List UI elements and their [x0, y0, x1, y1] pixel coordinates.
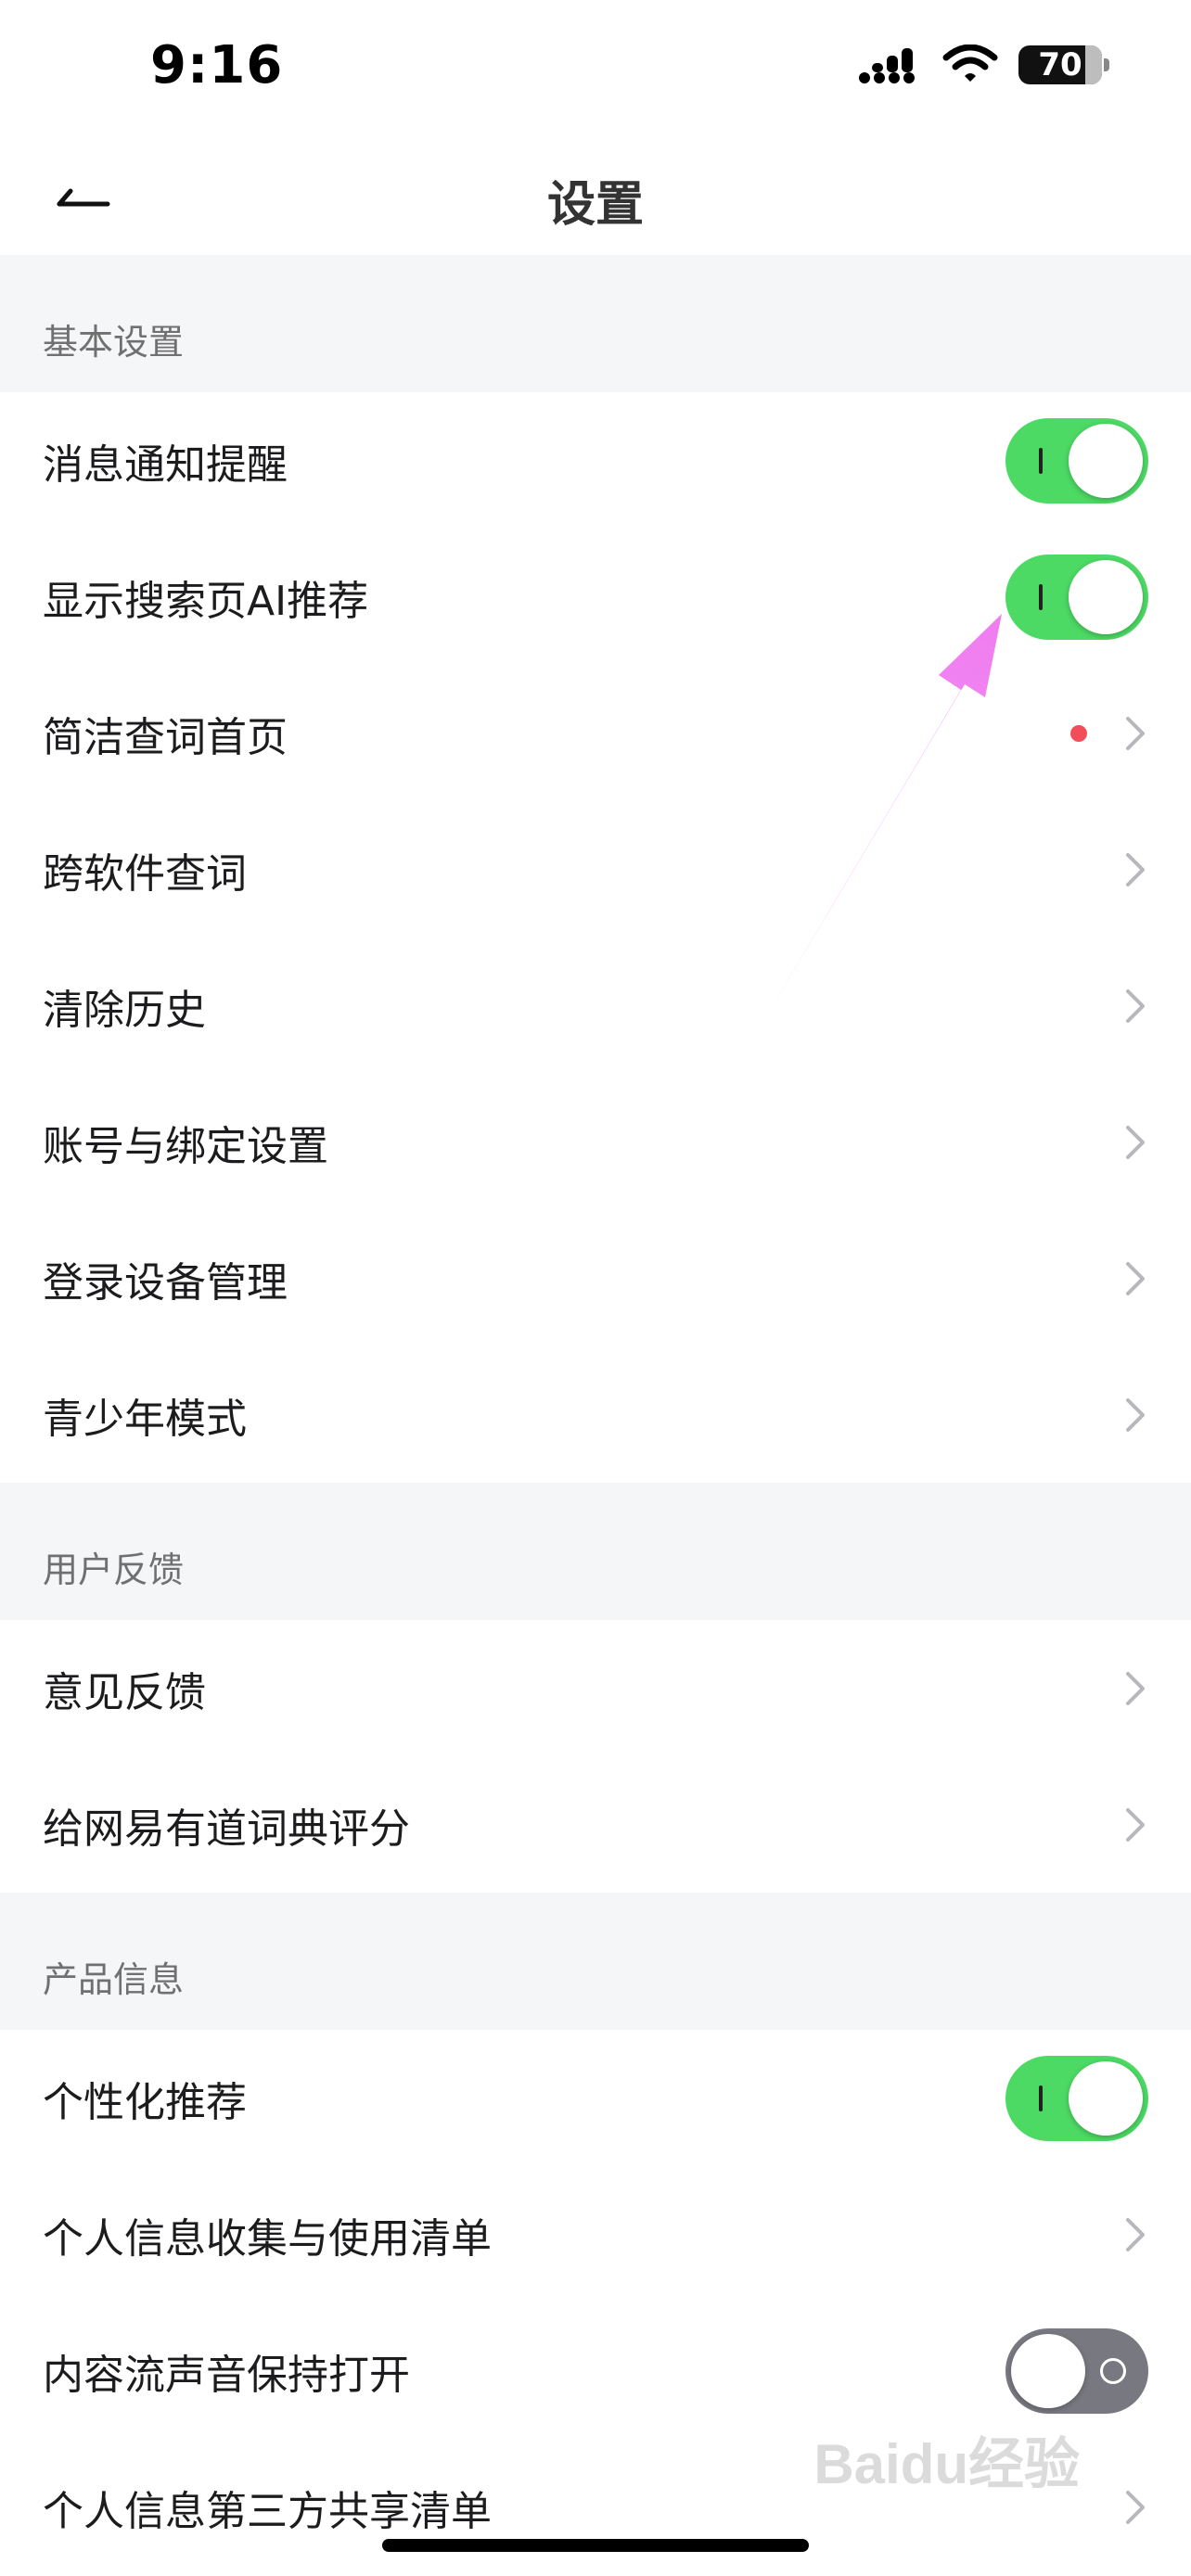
settings-row-label: 账号与绑定设置 [43, 1122, 328, 1170]
chevron-right-icon [1124, 715, 1148, 752]
cellular-signal-icon [859, 48, 915, 83]
row-accessory [1124, 2216, 1148, 2253]
settings-row[interactable]: 内容流声音保持打开 [0, 2302, 1191, 2439]
settings-row-label: 跨软件查词 [43, 849, 247, 898]
toggle-switch[interactable] [1005, 417, 1148, 504]
chevron-right-icon [1124, 1124, 1148, 1161]
row-accessory [1005, 417, 1148, 504]
row-accessory [1124, 1260, 1148, 1297]
chevron-right-icon [1124, 2489, 1148, 2526]
section-header: 产品信息 [0, 1893, 1191, 2030]
row-accessory [1005, 2327, 1148, 2414]
section-header: 用户反馈 [0, 1483, 1191, 1620]
chevron-right-icon [1124, 1670, 1148, 1707]
settings-row-label: 个人信息收集与使用清单 [43, 2214, 492, 2263]
settings-row[interactable]: 简洁查词首页 [0, 665, 1191, 801]
settings-row[interactable]: 清除历史 [0, 937, 1191, 1074]
row-accessory [1005, 2055, 1148, 2141]
row-accessory [1124, 851, 1148, 888]
status-bar: 9:16 70 [0, 0, 1191, 139]
settings-row-label: 个性化推荐 [43, 2078, 247, 2126]
battery-icon: 70 [1018, 45, 1109, 84]
settings-row[interactable]: 意见反馈 [0, 1620, 1191, 1756]
section-header: 基本设置 [0, 255, 1191, 392]
settings-row[interactable]: 给网易有道词典评分 [0, 1756, 1191, 1893]
row-accessory [1124, 988, 1148, 1025]
toggle-switch[interactable] [1005, 2055, 1148, 2141]
settings-row[interactable]: 登录设备管理 [0, 1210, 1191, 1346]
row-accessory [1005, 554, 1148, 640]
settings-row-label: 内容流声音保持打开 [43, 2351, 410, 2399]
status-icons: 70 [859, 45, 1109, 85]
settings-row[interactable]: 账号与绑定设置 [0, 1074, 1191, 1210]
status-time: 9:16 [150, 35, 284, 96]
chevron-right-icon [1124, 988, 1148, 1025]
settings-row[interactable]: 个人信息收集与使用清单 [0, 2166, 1191, 2302]
wifi-icon [942, 45, 998, 82]
settings-row[interactable]: 显示搜索页AI推荐 [0, 529, 1191, 665]
chevron-right-icon [1124, 2216, 1148, 2253]
settings-row-label: 给网易有道词典评分 [43, 1804, 410, 1853]
settings-row[interactable]: 青少年模式 [0, 1346, 1191, 1483]
settings-row-label: 青少年模式 [43, 1395, 247, 1443]
settings-row-label: 个人信息第三方共享清单 [43, 2487, 492, 2535]
settings-row-label: 消息通知提醒 [43, 440, 288, 489]
home-indicator [382, 2539, 809, 2552]
chevron-right-icon [1124, 1806, 1148, 1843]
toggle-switch[interactable] [1005, 2327, 1148, 2414]
row-accessory [1124, 1806, 1148, 1843]
row-accessory [1124, 1670, 1148, 1707]
chevron-right-icon [1124, 1260, 1148, 1297]
settings-row-label: 清除历史 [43, 986, 206, 1034]
settings-row-label: 意见反馈 [43, 1668, 206, 1716]
nav-bar: 设置 [0, 139, 1191, 255]
page-title: 设置 [546, 177, 644, 233]
chevron-right-icon [1124, 1396, 1148, 1434]
settings-list: 基本设置消息通知提醒显示搜索页AI推荐 简洁查词首页 跨软件查词清除历史账号与绑定设… [0, 255, 1191, 2575]
settings-row[interactable]: 个性化推荐 [0, 2030, 1191, 2166]
chevron-right-icon [1124, 851, 1148, 888]
settings-row-label: 登录设备管理 [43, 1258, 288, 1307]
settings-row[interactable]: 消息通知提醒 [0, 392, 1191, 529]
new-badge-dot [1070, 724, 1087, 742]
battery-level: 70 [1038, 46, 1082, 83]
row-accessory [1124, 2489, 1148, 2526]
row-accessory [1070, 715, 1148, 752]
settings-row-label: 简洁查词首页 [43, 713, 288, 761]
settings-row-label: 显示搜索页AI推荐 [43, 577, 369, 625]
settings-row[interactable]: 跨软件查词 [0, 801, 1191, 937]
watermark: Baidu经验 [813, 2433, 1080, 2495]
row-accessory [1124, 1124, 1148, 1161]
toggle-switch[interactable] [1005, 554, 1148, 640]
row-accessory [1124, 1396, 1148, 1434]
